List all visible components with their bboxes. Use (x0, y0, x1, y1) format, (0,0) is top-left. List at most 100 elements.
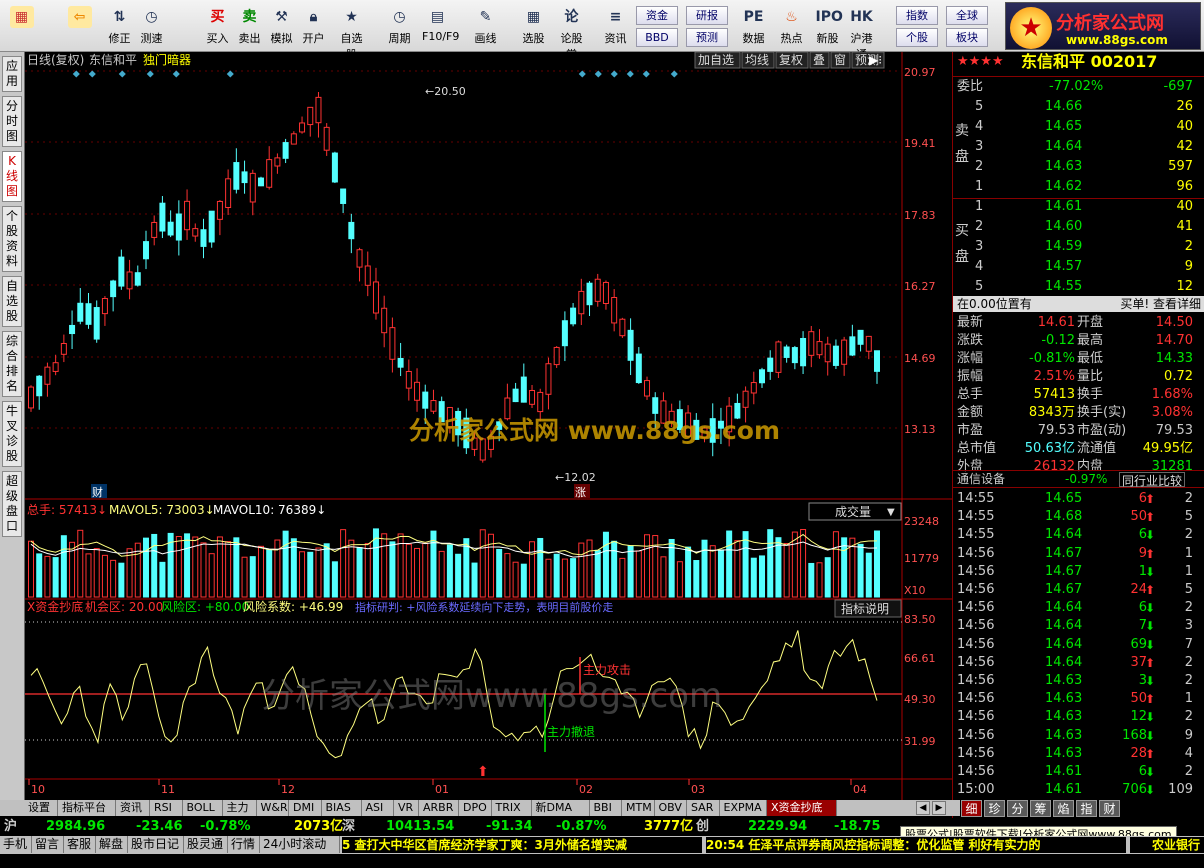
index-button[interactable]: 指数 (896, 6, 938, 25)
research-button[interactable]: 研报 (686, 6, 728, 25)
stock-button[interactable]: 个股 (896, 28, 938, 47)
global-button[interactable]: 全球 (946, 6, 988, 25)
bid-price[interactable]: 14.57 (1045, 258, 1082, 276)
toolbar-button-17[interactable]: IPO 新股 (812, 4, 843, 48)
toolbar-button-12[interactable]: ▦ 选股 (518, 4, 549, 48)
bid-price[interactable]: 14.60 (1045, 218, 1082, 236)
toolbar-button-15[interactable]: PE 数据 (738, 4, 769, 48)
bbd-button[interactable]: BBD (636, 28, 678, 47)
bottom-menu-item-5[interactable]: 股灵通 (184, 836, 228, 853)
scroll-left-icon[interactable]: ◀ (916, 801, 930, 815)
side-tab-2[interactable]: K线图 (2, 151, 22, 202)
indicator-tab-8[interactable]: BIAS (322, 800, 362, 816)
fund-button[interactable]: 资金 (636, 6, 678, 25)
indicator-tab-14[interactable]: 新DMA (532, 800, 590, 816)
kline-chart-svg[interactable]: 日线(复权) 东信和平 独门暗器 加自选 均线 复权叠窗预测▶⁝20.9719.4117.… (25, 51, 952, 800)
cai-badge[interactable]: 财 (92, 485, 103, 499)
indicator-tab-18[interactable]: SAR (687, 800, 720, 816)
indicator-tab-4[interactable]: BOLL (183, 800, 223, 816)
side-tab-1[interactable]: 分时图 (2, 96, 22, 147)
volume-dropdown[interactable]: 成交量 ▼ (808, 502, 902, 521)
side-tab-5[interactable]: 综合排名 (2, 331, 22, 397)
toolbar-button-3[interactable]: ◷ 测速 (136, 4, 167, 48)
bottom-menu-item-7[interactable]: 24小时滚动 (260, 836, 340, 853)
toolbar-button-13[interactable]: 论论股堂 (556, 4, 587, 61)
ask-price[interactable]: 14.65 (1045, 118, 1082, 136)
indicator-tab-1[interactable]: 指标平台 (58, 800, 116, 816)
forecast-button[interactable]: 预测 (686, 28, 728, 47)
bottom-menu-item-3[interactable]: 解盘 (96, 836, 128, 853)
indicator-tab-15[interactable]: BBI (590, 800, 622, 816)
quote-tab-4[interactable]: 焰 (1053, 800, 1074, 817)
indicator-tab-13[interactable]: TRIX (492, 800, 532, 816)
indicator-tab-0[interactable]: 设置 (24, 800, 58, 816)
quote-tab-3[interactable]: 筹 (1030, 800, 1051, 817)
scroll-right-icon[interactable]: ▶ (932, 801, 946, 815)
quote-tab-5[interactable]: 指 (1076, 800, 1097, 817)
side-tab-3[interactable]: 个股资料 (2, 206, 22, 272)
indicator-tab-2[interactable]: 资讯 (116, 800, 150, 816)
bottom-menu-item-6[interactable]: 行情 (228, 836, 260, 853)
indicator-tab-17[interactable]: OBV (655, 800, 687, 816)
ask-price[interactable]: 14.66 (1045, 98, 1082, 116)
chart-header-button-0[interactable]: 加自选 (694, 51, 741, 69)
bid-price[interactable]: 14.59 (1045, 238, 1082, 256)
toolbar-button-6[interactable]: ⚒ 模拟 (266, 4, 297, 48)
ask-price[interactable]: 14.62 (1045, 178, 1082, 196)
ask-price[interactable]: 14.63 (1045, 158, 1082, 176)
toolbar-icon-button-0[interactable]: ▦ (6, 4, 37, 48)
toolbar-button-7[interactable]: 🔒︎ 开户 (298, 4, 329, 48)
chart-header-button-2[interactable]: 复权 (775, 51, 809, 69)
indicator-tab-16[interactable]: MTM (622, 800, 655, 816)
toolbar-button-11[interactable]: ✎ 画线 (470, 4, 501, 48)
toolbar-button-9[interactable]: ◷ 周期 (384, 4, 415, 48)
toolbar-icon-button-1[interactable]: ⇦ (64, 4, 95, 48)
industry-compare-link[interactable]: 同行业比较 (1119, 472, 1186, 488)
indicator-tab-11[interactable]: ARBR (419, 800, 459, 816)
quote-tab-6[interactable]: 财 (1099, 800, 1120, 817)
toolbar-button-10[interactable]: ▤ F10/F9 (422, 4, 459, 48)
toolbar-button-14[interactable]: ≡ 资讯 (600, 4, 631, 48)
indicator-tab-9[interactable]: ASI (362, 800, 394, 816)
news-ticker-right[interactable]: 20:54 任泽平点评券商风控指标调整：优化监管 利好有实力的 (706, 837, 1126, 853)
side-tab-0[interactable]: 应用 (2, 56, 22, 92)
indicator-help-button[interactable]: 指标说明 (834, 599, 902, 618)
bid-price[interactable]: 14.61 (1045, 198, 1082, 216)
indicator-tab-10[interactable]: VR (394, 800, 419, 816)
quote-tab-0[interactable]: 细 (961, 800, 982, 817)
chart-header-button-1[interactable]: 均线 (741, 51, 775, 69)
chart-menu-icon[interactable]: ▶⁝ (869, 53, 882, 67)
indicator-tab-19[interactable]: EXPMA (720, 800, 767, 816)
toolbar-button-2[interactable]: ⇅ 修正 (104, 4, 135, 48)
bottom-menu-item-0[interactable]: 手机 (0, 836, 32, 853)
toolbar-button-4[interactable]: 买买入 (202, 4, 233, 48)
chart-header-button-3[interactable]: 叠 (809, 51, 830, 69)
right-stock-label[interactable]: 农业银行 (1130, 837, 1204, 853)
toolbar-button-8[interactable]: ★自选股 (336, 4, 367, 61)
toolbar-button-18[interactable]: HK沪港通 (846, 4, 877, 61)
side-tab-7[interactable]: 超级盘口 (2, 471, 22, 537)
toolbar-button-5[interactable]: 卖卖出 (234, 4, 265, 48)
quote-tab-2[interactable]: 分 (1007, 800, 1028, 817)
position-link[interactable]: 买单! 查看详细 (1120, 296, 1201, 312)
zhang-badge[interactable]: 涨 (575, 486, 586, 499)
indicator-tab-3[interactable]: RSI (150, 800, 183, 816)
indicator-tab-20[interactable]: X资金抄底 (767, 800, 837, 816)
quote-tab-1[interactable]: 珍 (984, 800, 1005, 817)
toolbar-button-16[interactable]: ♨ 热点 (776, 4, 807, 48)
ask-price[interactable]: 14.64 (1045, 138, 1082, 156)
bottom-menu-item-2[interactable]: 客服 (64, 836, 96, 853)
indicator-tab-7[interactable]: DMI (289, 800, 322, 816)
indicator-tab-5[interactable]: 主力 (223, 800, 257, 816)
news-ticker-left[interactable]: 5 查打大中华区首席经济学家丁爽：3月外储名增实减 (342, 837, 702, 853)
side-tab-6[interactable]: 牛叉诊股 (2, 401, 22, 467)
chart-area[interactable]: 日线(复权) 东信和平 独门暗器 加自选 均线 复权叠窗预测 ▶⁝ 20.97 19.41 17.… (25, 51, 952, 800)
side-tab-4[interactable]: 自选股 (2, 276, 22, 327)
bid-price[interactable]: 14.55 (1045, 278, 1082, 296)
sector-button[interactable]: 板块 (946, 28, 988, 47)
bottom-menu-item-1[interactable]: 留言 (32, 836, 64, 853)
chart-header-button-4[interactable]: 窗 (830, 51, 851, 69)
indicator-tab-6[interactable]: W&R (257, 800, 289, 816)
indicator-tab-12[interactable]: DPO (459, 800, 492, 816)
bottom-menu-item-4[interactable]: 股市日记 (128, 836, 184, 853)
